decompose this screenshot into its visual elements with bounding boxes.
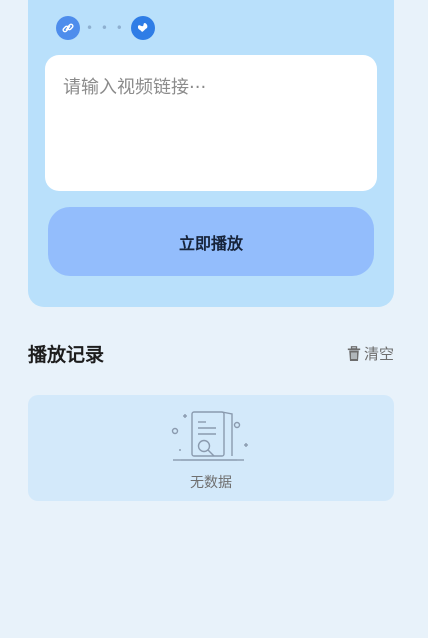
clear-history-label: 清空 [363,345,394,363]
video-link-input[interactable] [45,55,377,191]
history-empty-state: 无数据 [28,395,394,501]
play-now-button[interactable]: 立即播放 [48,207,374,276]
empty-state-text: 无数据 [190,475,232,491]
trash-icon [347,345,361,361]
video-link-card: • • • 立即播放 [28,0,394,307]
document-search-icon [171,411,248,461]
history-title: 播放记录 [28,344,105,366]
play-now-label: 立即播放 [178,233,243,253]
link-source-row: • • • [56,16,155,40]
clear-history-button[interactable]: 清空 [347,343,394,364]
link-icon [56,16,80,40]
connector-dots: • • • [86,21,125,35]
globe-icon [130,16,155,40]
